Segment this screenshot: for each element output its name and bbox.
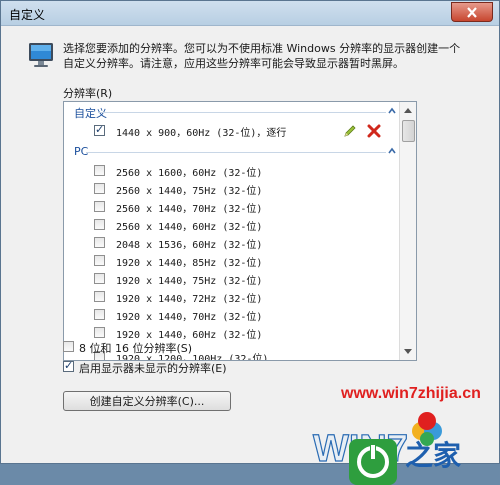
create-custom-resolution-button[interactable]: 创建自定义分辨率(C)...: [63, 391, 231, 411]
low-color-checkbox[interactable]: [63, 341, 74, 352]
list-item[interactable]: 1920 x 1440，75Hz (32-位): [94, 270, 398, 288]
item-label: 1920 x 1440，72Hz (32-位): [116, 294, 263, 305]
item-checkbox[interactable]: [94, 291, 105, 302]
group-divider: [98, 112, 386, 113]
watermark-url: www.win7zhijia.cn: [341, 385, 481, 402]
scroll-down-button[interactable]: [400, 344, 416, 360]
description-text: 选择您要添加的分辨率。您可以为不使用标准 Windows 分辨率的显示器创建一个…: [63, 42, 461, 70]
item-checkbox[interactable]: [94, 327, 105, 338]
list-item[interactable]: 2048 x 1536，60Hz (32-位): [94, 234, 398, 252]
title-bar[interactable]: 自定义: [1, 1, 499, 26]
list-item[interactable]: ✓ 1440 x 900，60Hz (32-位)，逐行: [94, 122, 398, 140]
list-item[interactable]: 2560 x 1440，75Hz (32-位): [94, 180, 398, 198]
item-checkbox[interactable]: [94, 165, 105, 176]
list-item[interactable]: 2560 x 1600，60Hz (32-位): [94, 162, 398, 180]
item-label: 1920 x 1440，60Hz (32-位): [116, 330, 263, 341]
list-item[interactable]: 1920 x 1440，85Hz (32-位): [94, 252, 398, 270]
dialog-body: 选择您要添加的分辨率。您可以为不使用标准 Windows 分辨率的显示器创建一个…: [9, 29, 491, 485]
scroll-down-icon: [404, 349, 412, 354]
item-label: 2560 x 1440，60Hz (32-位): [116, 222, 263, 233]
list-item[interactable]: 2560 x 1440，60Hz (32-位): [94, 216, 398, 234]
item-label: 2048 x 1536，60Hz (32-位): [116, 240, 263, 251]
group-header-pc[interactable]: PC: [64, 144, 398, 160]
close-button[interactable]: [451, 2, 493, 22]
item-checkbox[interactable]: [94, 237, 105, 248]
item-label: 2560 x 1600，60Hz (32-位): [116, 168, 263, 179]
window-title: 自定义: [9, 8, 46, 22]
group-divider: [86, 152, 386, 153]
chevron-up-icon[interactable]: [386, 144, 398, 158]
hidden-resolutions-checkbox[interactable]: ✓: [63, 359, 74, 372]
monitor-icon: [29, 43, 53, 67]
vertical-scrollbar[interactable]: [399, 102, 416, 360]
item-checkbox[interactable]: [94, 183, 105, 194]
chevron-up-icon[interactable]: [386, 104, 398, 118]
item-label: 2560 x 1440，70Hz (32-位): [116, 204, 263, 215]
scrollbar-thumb[interactable]: [402, 120, 415, 142]
item-label: 1920 x 1440，85Hz (32-位): [116, 258, 263, 269]
custom-resolution-dialog: 自定义 选择您要添加的分辨率。您可以为不使用标准 Windows 分辨率的显示器…: [0, 0, 500, 485]
list-item[interactable]: 2560 x 1440，70Hz (32-位): [94, 198, 398, 216]
item-checkbox[interactable]: [94, 273, 105, 284]
resolution-label: 分辨率(R): [63, 87, 113, 100]
check-icon: ✓: [64, 359, 74, 372]
svg-text:之家: 之家: [405, 439, 461, 472]
list-item[interactable]: 1920 x 1440，70Hz (32-位): [94, 306, 398, 324]
item-checkbox[interactable]: [94, 201, 105, 212]
item-checkbox[interactable]: [94, 219, 105, 230]
item-label: 1920 x 1440，70Hz (32-位): [116, 312, 263, 323]
close-icon: [467, 6, 477, 18]
delete-icon[interactable]: [366, 123, 382, 139]
item-checkbox[interactable]: [94, 309, 105, 320]
watermark-logo: WIN7 之家: [312, 412, 461, 485]
scroll-up-icon: [404, 108, 412, 113]
option-label: 8 位和 16 位分辨率(S): [79, 342, 193, 355]
item-checkbox[interactable]: ✓: [94, 123, 105, 136]
check-icon: ✓: [95, 123, 105, 136]
list-item[interactable]: 1920 x 1440，72Hz (32-位): [94, 288, 398, 306]
item-checkbox[interactable]: [94, 255, 105, 266]
option-label: 启用显示器未显示的分辨率(E): [79, 362, 227, 375]
item-label: 1440 x 900，60Hz (32-位)，逐行: [116, 128, 287, 139]
group-header-custom[interactable]: 自定义: [64, 104, 398, 120]
edit-icon[interactable]: [342, 123, 358, 139]
item-label: 2560 x 1440，75Hz (32-位): [116, 186, 263, 197]
resolution-list[interactable]: 自定义 ✓ 1440 x 900，60Hz (32-位)，逐行 PC 2560 …: [63, 101, 417, 361]
group-label: 自定义: [74, 107, 107, 120]
item-label: 1920 x 1440，75Hz (32-位): [116, 276, 263, 287]
scroll-up-button[interactable]: [400, 102, 416, 118]
